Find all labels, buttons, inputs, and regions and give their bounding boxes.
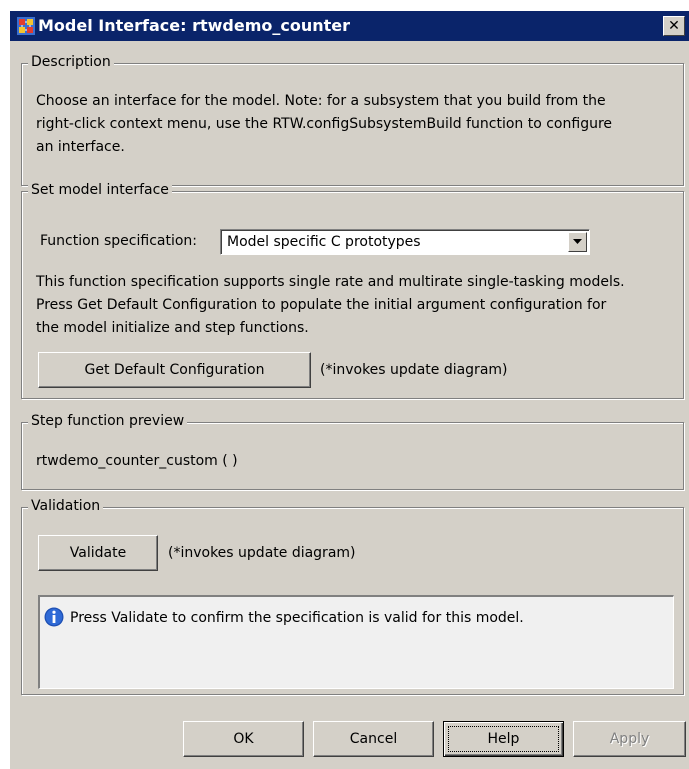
description-line-3: an interface. — [36, 139, 125, 155]
validation-legend: Validation — [28, 498, 104, 514]
validation-message-box: Press Validate to confirm the specificat… — [38, 595, 674, 689]
apply-label: Apply — [609, 731, 650, 747]
description-legend: Description — [28, 54, 114, 70]
help-line-1: This function specification supports sin… — [36, 274, 625, 290]
cancel-button[interactable]: Cancel — [313, 721, 434, 757]
description-group: Description Choose an interface for the … — [21, 54, 684, 186]
step-function-preview-group: Step function preview rtwdemo_counter_cu… — [21, 413, 684, 490]
window-title: Model Interface: rtwdemo_counter — [38, 16, 351, 35]
model-interface-dialog: Model Interface: rtwdemo_counter ✕ Descr… — [9, 10, 689, 769]
description-line-1: Choose an interface for the model. Note:… — [36, 93, 606, 109]
focus-ring — [448, 726, 559, 752]
set-model-interface-legend: Set model interface — [28, 182, 172, 198]
close-icon: ✕ — [668, 18, 680, 34]
simulink-app-icon — [17, 17, 35, 35]
function-specification-value: Model specific C prototypes — [227, 234, 421, 250]
validation-message: Press Validate to confirm the specificat… — [70, 610, 524, 626]
title-bar[interactable]: Model Interface: rtwdemo_counter ✕ — [10, 11, 689, 41]
step-function-preview-text: rtwdemo_counter_custom ( ) — [36, 453, 238, 469]
validate-button[interactable]: Validate — [38, 535, 158, 571]
ok-button[interactable]: OK — [183, 721, 304, 757]
chevron-down-icon — [573, 239, 582, 244]
function-specification-select[interactable]: Model specific C prototypes — [220, 229, 590, 255]
apply-button[interactable]: Apply — [573, 721, 686, 757]
help-button[interactable]: Help — [443, 721, 564, 757]
set-model-interface-group: Set model interface Function specificati… — [21, 182, 684, 399]
info-icon — [44, 607, 64, 627]
help-line-2: Press Get Default Configuration to popul… — [36, 297, 607, 313]
dropdown-arrow-button[interactable] — [568, 232, 587, 252]
description-line-2: right-click context menu, use the RTW.co… — [36, 116, 613, 132]
validate-label: Validate — [69, 545, 127, 561]
get-default-note: (*invokes update diagram) — [320, 362, 508, 378]
get-default-configuration-label: Get Default Configuration — [84, 362, 265, 378]
function-spec-label: Function specification: — [40, 233, 198, 249]
validate-note: (*invokes update diagram) — [168, 545, 356, 561]
ok-label: OK — [233, 731, 254, 747]
close-button[interactable]: ✕ — [663, 16, 685, 36]
cancel-label: Cancel — [349, 731, 398, 747]
step-function-preview-legend: Step function preview — [28, 413, 188, 429]
help-line-3: the model initialize and step functions. — [36, 320, 309, 336]
get-default-configuration-button[interactable]: Get Default Configuration — [38, 352, 311, 388]
